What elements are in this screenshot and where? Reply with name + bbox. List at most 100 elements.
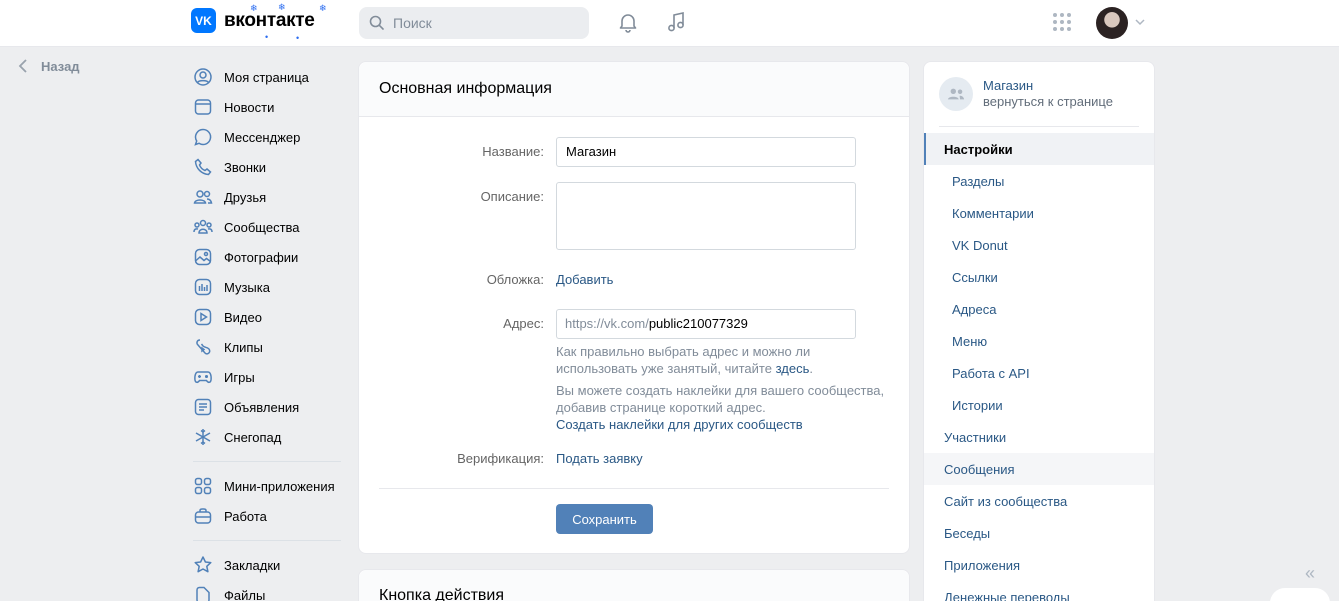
nav-item-ads[interactable]: Объявления (193, 392, 343, 422)
nav-item-mini-apps[interactable]: Мини-приложения (193, 471, 343, 501)
nav-item-video[interactable]: Видео (193, 302, 343, 332)
nav-label: Мессенджер (224, 129, 301, 145)
chevron-down-icon[interactable] (1134, 16, 1146, 28)
community-name[interactable]: Магазин (983, 78, 1113, 94)
file-icon (193, 585, 213, 601)
menu-item-site[interactable]: Сайт из сообщества (924, 485, 1154, 517)
chevron-left-icon (18, 59, 27, 73)
nav-item-bookmarks[interactable]: Закладки (193, 550, 343, 580)
menu-item-comments[interactable]: Комментарии (924, 197, 1154, 229)
address-label: Адрес: (503, 316, 544, 331)
return-to-page-link[interactable]: вернуться к странице (983, 94, 1113, 110)
community-header[interactable]: Магазин вернуться к странице (939, 77, 1113, 111)
card-title: Кнопка действия (359, 570, 909, 601)
nav-label: Объявления (224, 399, 300, 415)
music-icon[interactable] (664, 10, 688, 34)
nav-label: Друзья (224, 189, 267, 205)
chat-widget-button[interactable] (1270, 588, 1330, 601)
menu-item-messages[interactable]: Сообщения (924, 453, 1154, 485)
news-icon (193, 97, 213, 117)
menu-item-sections[interactable]: Разделы (924, 165, 1154, 197)
address-hint-end: . (809, 361, 813, 376)
nav-label: Мини-приложения (224, 478, 335, 494)
menu-item-menu[interactable]: Меню (924, 325, 1154, 357)
nav-label: Клипы (224, 339, 263, 355)
user-avatar[interactable] (1096, 7, 1128, 39)
nav-item-friends[interactable]: Друзья (193, 182, 343, 212)
stickers-hint: Вы можете создать наклейки для вашего со… (556, 382, 886, 433)
top-header: VK вконтакте ❄ ❄ ❄ • • Поиск (0, 0, 1339, 47)
menu-item-stories[interactable]: Истории (924, 389, 1154, 421)
menu-item-links[interactable]: Ссылки (924, 261, 1154, 293)
community-icon (947, 88, 965, 100)
nav-label: Видео (224, 309, 262, 325)
vk-logo-mark: VK (191, 8, 216, 33)
search-placeholder: Поиск (393, 15, 432, 31)
left-nav: Моя страница Новости Мессенджер Звонки Д… (193, 62, 343, 601)
apps-grid-icon[interactable] (1050, 10, 1074, 34)
nav-label: Звонки (224, 159, 266, 175)
collapse-chevrons-icon[interactable]: « (1305, 563, 1315, 584)
name-value: Магазин (566, 144, 617, 159)
basic-info-card: Основная информация Название: Магазин Оп… (358, 61, 910, 554)
menu-item-chats[interactable]: Беседы (924, 517, 1154, 549)
video-icon (193, 307, 213, 327)
message-icon (193, 127, 213, 147)
menu-item-apps[interactable]: Приложения (924, 549, 1154, 581)
community-avatar (939, 77, 973, 111)
menu-item-money-transfers[interactable]: Денежные переводы (924, 581, 1154, 601)
snowflake-decoration-icon: • (265, 32, 269, 42)
community-settings-menu: Магазин вернуться к странице Настройки Р… (923, 61, 1155, 601)
back-label: Назад (41, 58, 80, 74)
cover-label: Обложка: (486, 272, 544, 287)
create-stickers-link[interactable]: Создать наклейки для других сообществ (556, 417, 803, 432)
address-hint: Как правильно выбрать адрес и можно ли и… (556, 343, 846, 377)
description-field[interactable] (556, 182, 856, 250)
bell-icon[interactable] (616, 10, 640, 34)
menu-item-addresses[interactable]: Адреса (924, 293, 1154, 325)
nav-item-my-page[interactable]: Моя страница (193, 62, 343, 92)
nav-item-snowfall[interactable]: Снегопад (193, 422, 343, 452)
vk-logo-text: вконтакте (224, 9, 315, 31)
briefcase-icon (193, 506, 213, 526)
menu-item-members[interactable]: Участники (924, 421, 1154, 453)
description-label: Описание: (480, 189, 544, 204)
nav-item-photos[interactable]: Фотографии (193, 242, 343, 272)
nav-item-messenger[interactable]: Мессенджер (193, 122, 343, 152)
nav-item-work[interactable]: Работа (193, 501, 343, 531)
search-icon (369, 15, 384, 30)
snowflake-decoration-icon: ❄ (278, 2, 286, 12)
back-link[interactable]: Назад (17, 58, 80, 74)
menu-item-settings[interactable]: Настройки (924, 133, 1154, 165)
address-field[interactable]: https://vk.com/public210077329 (556, 309, 856, 339)
clips-icon (193, 337, 213, 357)
menu-item-vk-donut[interactable]: VK Donut (924, 229, 1154, 261)
nav-item-music[interactable]: Музыка (193, 272, 343, 302)
communities-icon (193, 217, 213, 237)
nav-divider (193, 461, 341, 462)
nav-label: Файлы (224, 587, 266, 601)
save-button[interactable]: Сохранить (556, 504, 653, 534)
nav-item-clips[interactable]: Клипы (193, 332, 343, 362)
verification-apply-link[interactable]: Подать заявку (556, 451, 643, 466)
cover-add-link[interactable]: Добавить (556, 272, 613, 287)
nav-item-files[interactable]: Файлы (193, 580, 343, 601)
nav-item-games[interactable]: Игры (193, 362, 343, 392)
nav-item-news[interactable]: Новости (193, 92, 343, 122)
nav-label: Игры (224, 369, 255, 385)
user-circle-icon (193, 67, 213, 87)
menu-item-api[interactable]: Работа с API (924, 357, 1154, 389)
address-hint-link[interactable]: здесь (776, 361, 810, 376)
card-title: Основная информация (359, 62, 909, 117)
nav-label: Моя страница (224, 69, 309, 85)
action-button-card: Кнопка действия (358, 569, 910, 601)
stickers-hint-text: Вы можете создать наклейки для вашего со… (556, 383, 885, 415)
nav-item-calls[interactable]: Звонки (193, 152, 343, 182)
nav-label: Работа (224, 508, 267, 524)
nav-label: Закладки (224, 557, 281, 573)
mini-apps-icon (193, 476, 213, 496)
snowflake-decoration-icon: • (296, 33, 300, 43)
nav-item-communities[interactable]: Сообщества (193, 212, 343, 242)
name-field[interactable]: Магазин (556, 137, 856, 167)
search-input[interactable]: Поиск (359, 7, 589, 39)
